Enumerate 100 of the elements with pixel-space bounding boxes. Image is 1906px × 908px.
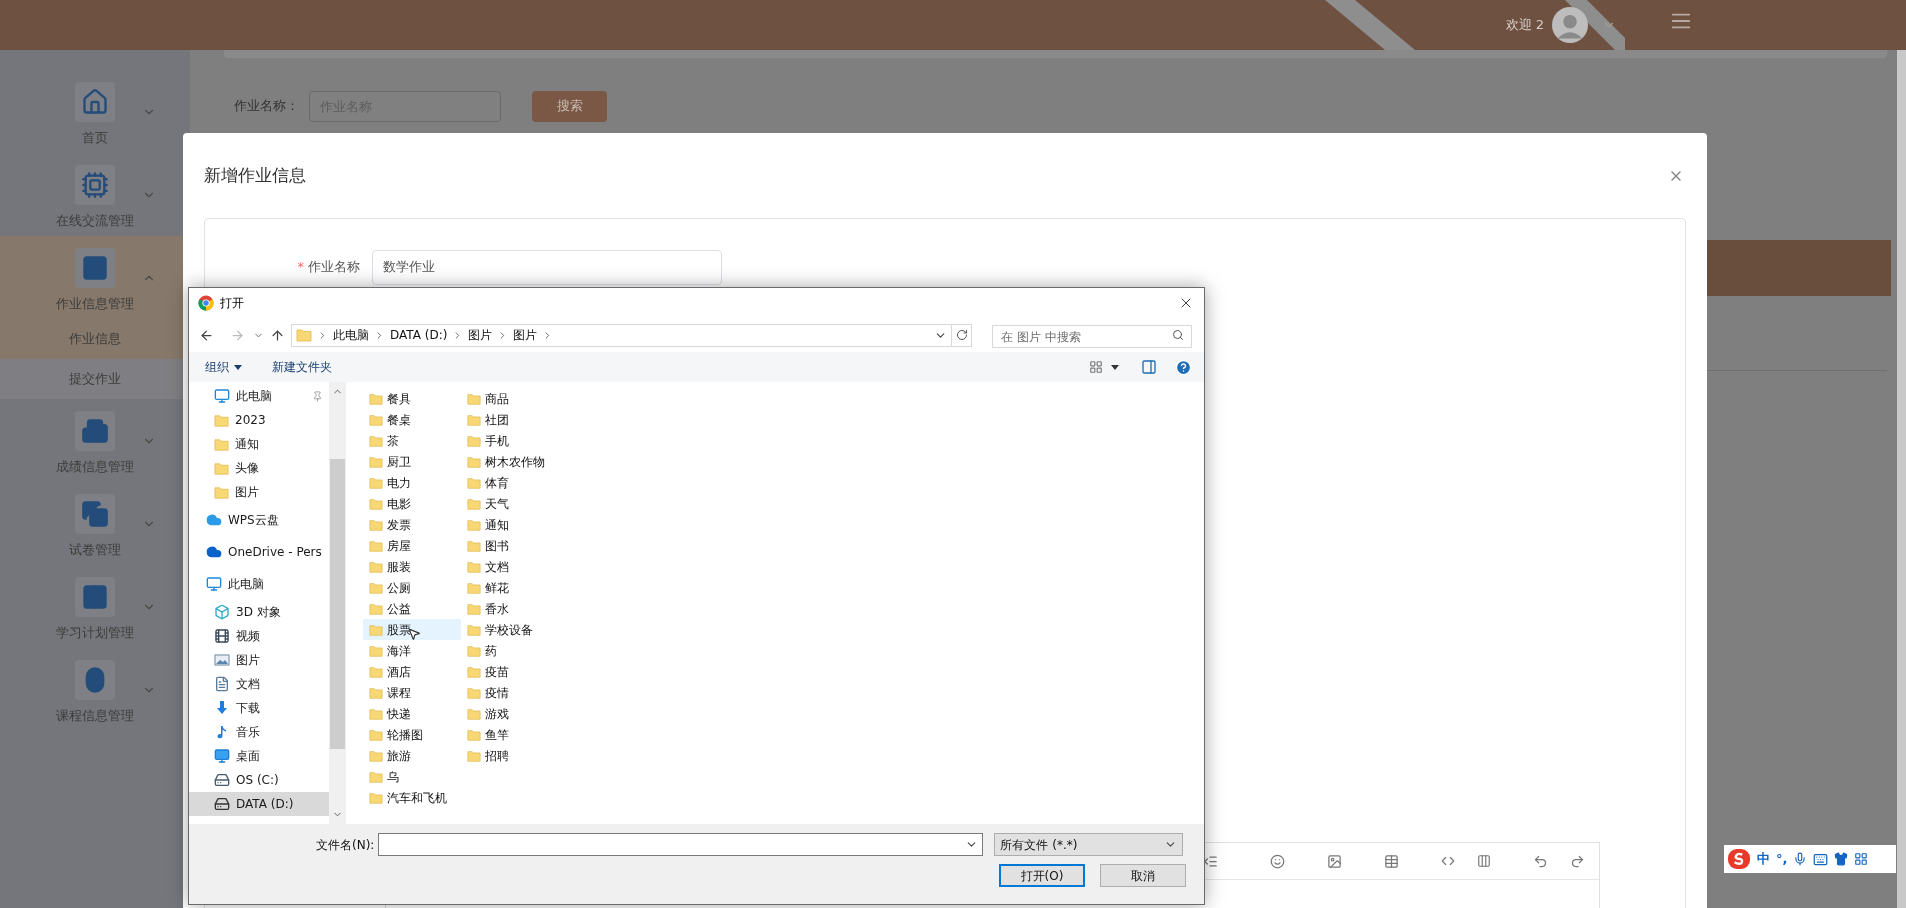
pin-icon[interactable] (312, 390, 323, 402)
folder-item[interactable]: 鱼竿 (461, 724, 559, 745)
folder-item[interactable]: 文档 (461, 556, 559, 577)
breadcrumb-item[interactable]: 此电脑 (333, 326, 369, 344)
folder-item[interactable]: 发票 (363, 514, 461, 535)
folder-item[interactable]: 海洋 (363, 640, 461, 661)
folder-item[interactable]: 疫情 (461, 682, 559, 703)
indent-icon[interactable] (1203, 853, 1218, 869)
nav-item[interactable]: OS (C:) (189, 768, 329, 792)
undo-icon[interactable] (1533, 853, 1548, 869)
grid-icon[interactable] (1854, 852, 1869, 866)
microphone-icon[interactable] (1793, 852, 1808, 866)
folder-item[interactable]: 药 (461, 640, 559, 661)
nav-item[interactable]: WPS云盘 (189, 504, 329, 536)
dialog-button[interactable]: 打开(O) (999, 864, 1085, 887)
keyboard-icon[interactable] (1813, 851, 1829, 867)
folder-item[interactable]: 服装 (363, 556, 461, 577)
toolbar-button[interactable]: 新建文件夹 (272, 358, 332, 376)
nav-item[interactable]: 通知 (189, 432, 329, 456)
folder-item[interactable]: 社团 (461, 409, 559, 430)
folder-item[interactable]: 股票 (363, 619, 461, 640)
folder-item[interactable]: 茶 (363, 430, 461, 451)
nav-item[interactable]: 文档 (189, 672, 329, 696)
folder-item[interactable]: 通知 (461, 514, 559, 535)
filename-field[interactable] (378, 833, 984, 856)
nav-item-label: 视频 (236, 628, 260, 645)
dialog-button[interactable]: 取消 (1100, 864, 1186, 887)
caret-icon[interactable] (1111, 364, 1119, 370)
name-input-field[interactable]: 数学作业 (372, 249, 722, 285)
breadcrumb-item[interactable]: DATA (D:) (390, 326, 448, 344)
folder-item[interactable]: 学校设备 (461, 619, 559, 640)
shirt-icon[interactable] (1834, 852, 1849, 866)
folder-item[interactable]: 手机 (461, 430, 559, 451)
nav-item[interactable]: OneDrive - Pers (189, 536, 329, 568)
folder-item[interactable]: 体育 (461, 472, 559, 493)
breadcrumb-item[interactable]: 图片 (468, 326, 493, 344)
toolbar-button[interactable]: 组织 (205, 358, 242, 376)
folder-icon (369, 748, 383, 763)
folder-item[interactable]: 餐桌 (363, 409, 461, 430)
folder-item[interactable]: 鲜花 (461, 577, 559, 598)
nav-item[interactable]: 图片 (189, 648, 329, 672)
folder-item[interactable]: 轮播图 (363, 724, 461, 745)
file-type-select[interactable]: 所有文件 (*.*) (994, 833, 1184, 856)
nav-item[interactable]: 视频 (189, 624, 329, 648)
nav-item-label: 此电脑 (236, 388, 272, 405)
folder-item[interactable]: 商品 (461, 388, 559, 409)
nav-item[interactable]: 头像 (189, 456, 329, 480)
folder-item[interactable]: 课程 (363, 682, 461, 703)
cloud-icon (206, 512, 222, 528)
folder-item[interactable]: 电影 (363, 493, 461, 514)
folder-item[interactable]: 香水 (461, 598, 559, 619)
table-icon[interactable] (1384, 853, 1399, 869)
emoji-icon[interactable] (1270, 853, 1285, 869)
code-icon[interactable] (1441, 854, 1455, 868)
ime-mode-toggle[interactable]: 中 (1757, 849, 1770, 869)
help-icon[interactable] (1175, 358, 1192, 376)
nav-item[interactable]: DATA (D:) (189, 792, 329, 816)
nav-item[interactable]: 此电脑 (189, 384, 329, 408)
folder-item[interactable]: 酒店 (363, 661, 461, 682)
ime-logo-icon[interactable] (1727, 848, 1751, 870)
nav-item[interactable]: 此电脑 (189, 568, 329, 600)
folder-icon (214, 460, 229, 476)
folder-item[interactable]: 厨卫 (363, 451, 461, 472)
folder-item[interactable]: 疫苗 (461, 661, 559, 682)
nav-item[interactable]: 桌面 (189, 744, 329, 768)
image-icon[interactable] (1327, 853, 1342, 869)
scrollbar[interactable] (329, 382, 346, 824)
folder-item[interactable]: 招聘 (461, 745, 559, 766)
preview-pane-icon[interactable] (1141, 359, 1157, 375)
nav-item[interactable]: 音乐 (189, 720, 329, 744)
folder-item[interactable]: 汽车和飞机 (363, 787, 461, 808)
folder-item[interactable]: 乌 (363, 766, 461, 787)
nav-item[interactable]: 下载 (189, 696, 329, 720)
folder-item[interactable]: 快递 (363, 703, 461, 724)
back-icon[interactable] (199, 327, 214, 343)
chevron-right-icon (500, 331, 506, 339)
folder-item[interactable]: 公厕 (363, 577, 461, 598)
address-bar[interactable]: 此电脑 DATA (D:) 图片 图片 (291, 323, 972, 347)
ime-mode-toggle[interactable]: °, (1776, 849, 1788, 869)
search-button[interactable]: 搜索 (532, 90, 607, 122)
folder-item[interactable]: 餐具 (363, 388, 461, 409)
folder-item[interactable]: 公益 (363, 598, 461, 619)
nav-item[interactable]: 3D 对象 (189, 600, 329, 624)
folder-item[interactable]: 房屋 (363, 535, 461, 556)
nav-item[interactable]: 2023 (189, 408, 329, 432)
folder-item[interactable]: 游戏 (461, 703, 559, 724)
nav-item-label: 下载 (236, 700, 260, 717)
folder-item[interactable]: 旅游 (363, 745, 461, 766)
folder-item[interactable]: 图书 (461, 535, 559, 556)
folder-item[interactable]: 电力 (363, 472, 461, 493)
view-options-icon[interactable] (1089, 360, 1103, 374)
folder-item[interactable]: 树木农作物 (461, 451, 559, 472)
up-icon[interactable] (270, 327, 285, 343)
breadcrumb-item[interactable]: 图片 (513, 326, 538, 344)
folder-item[interactable]: 天气 (461, 493, 559, 514)
folder-icon (369, 685, 383, 700)
nav-item[interactable]: 图片 (189, 480, 329, 504)
redo-icon[interactable] (1570, 853, 1585, 869)
avatar[interactable] (1552, 7, 1588, 43)
page-scrollbar[interactable] (1897, 50, 1906, 908)
